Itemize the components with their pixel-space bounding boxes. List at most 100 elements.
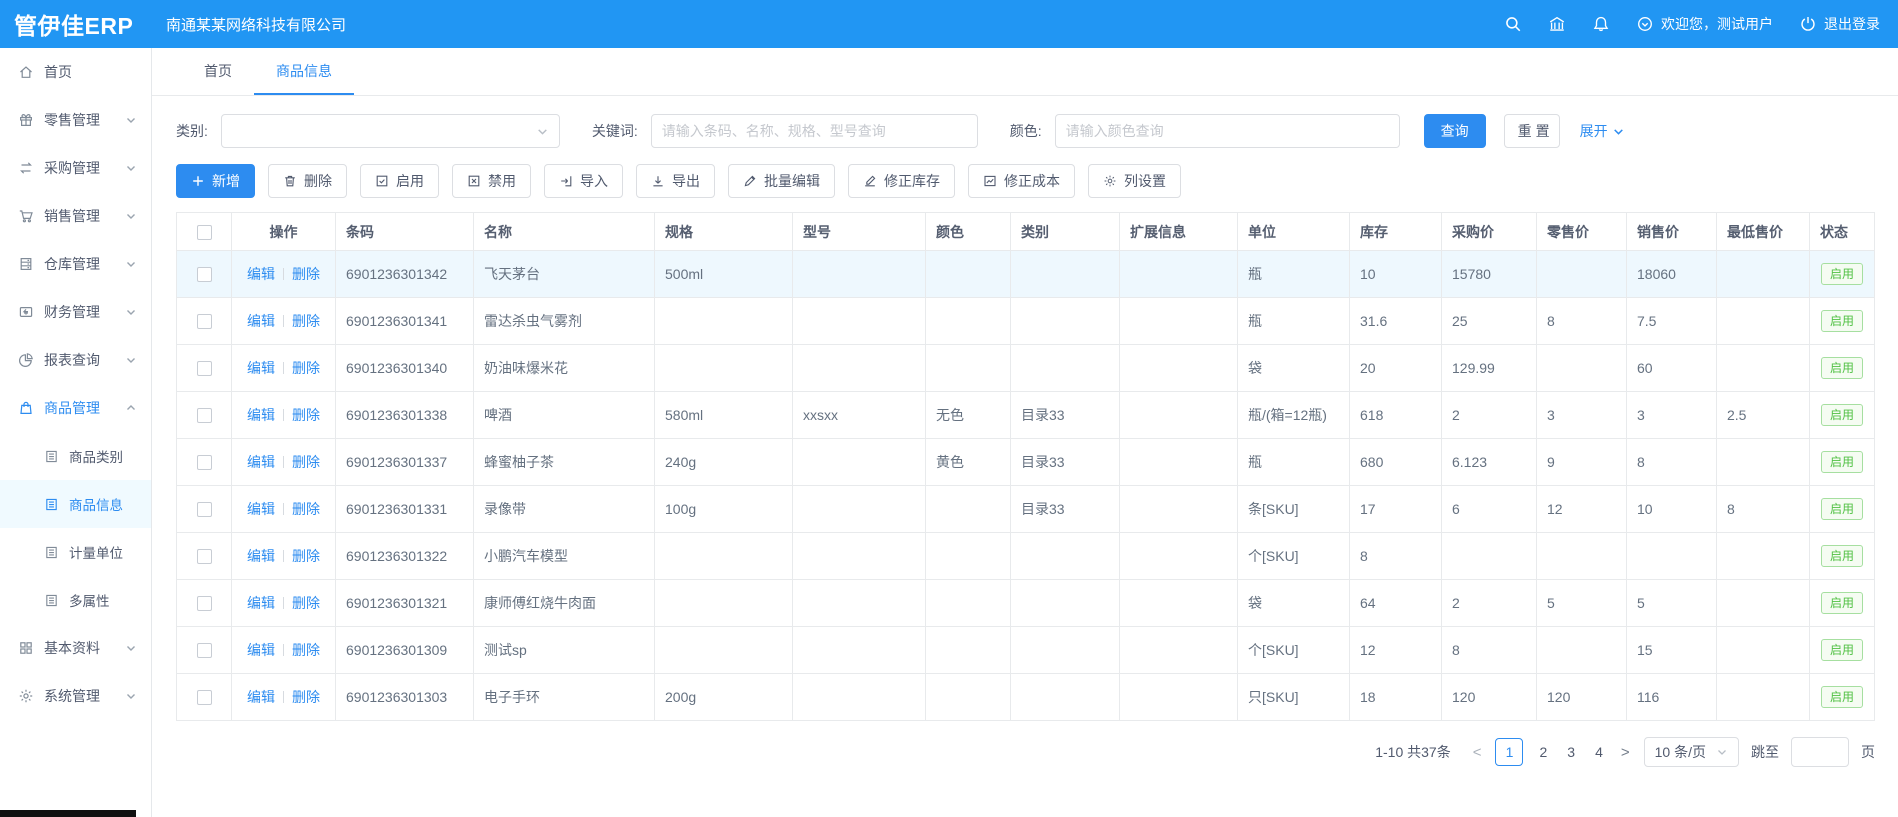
page-2-button[interactable]: 2 <box>1535 744 1551 760</box>
row-checkbox[interactable] <box>197 690 212 705</box>
edit-link[interactable]: 编辑 <box>247 313 275 329</box>
bell-icon[interactable] <box>1592 15 1610 33</box>
sidebar-item-sales[interactable]: 销售管理 <box>0 192 151 240</box>
sidebar-item-product-category[interactable]: 商品类别 <box>0 432 151 480</box>
edit-link[interactable]: 编辑 <box>247 501 275 517</box>
cell-barcode: 6901236301340 <box>336 345 474 392</box>
delete-link[interactable]: 删除 <box>292 313 320 329</box>
color-input[interactable] <box>1055 114 1400 148</box>
edit-link[interactable]: 编辑 <box>247 689 275 705</box>
delete-link[interactable]: 删除 <box>292 689 320 705</box>
delete-link[interactable]: 删除 <box>292 407 320 423</box>
export-icon <box>651 174 665 188</box>
sidebar-item-label: 商品类别 <box>69 446 123 466</box>
page-unit-label: 页 <box>1861 742 1875 762</box>
page-size-select[interactable]: 10 条/页 <box>1644 737 1739 767</box>
row-checkbox[interactable] <box>197 408 212 423</box>
prev-page-arrow[interactable]: < <box>1471 744 1484 761</box>
row-checkbox[interactable] <box>197 643 212 658</box>
table-toolbar: 新增 删除 启用 禁用 导入 <box>176 164 1875 198</box>
check-square-icon <box>375 174 389 188</box>
sidebar-item-system[interactable]: 系统管理 <box>0 672 151 720</box>
welcome-user[interactable]: 欢迎您，测试用户 <box>1636 14 1773 34</box>
cell-sale: 7.5 <box>1627 298 1717 345</box>
edit-link[interactable]: 编辑 <box>247 360 275 376</box>
enable-button[interactable]: 启用 <box>360 164 439 198</box>
column-settings-button[interactable]: 列设置 <box>1088 164 1181 198</box>
bank-icon[interactable] <box>1548 15 1566 33</box>
delete-link[interactable]: 删除 <box>292 454 320 470</box>
sidebar-item-home[interactable]: 首页 <box>0 48 151 96</box>
edit-link[interactable]: 编辑 <box>247 454 275 470</box>
table-row: 编辑删除 6901236301338 啤酒 580ml xxsxx 无色 目录3… <box>177 392 1875 439</box>
import-button[interactable]: 导入 <box>544 164 623 198</box>
status-badge: 启用 <box>1821 451 1863 473</box>
search-icon[interactable] <box>1504 15 1522 33</box>
select-all-checkbox[interactable] <box>197 225 212 240</box>
sidebar-item-purchase[interactable]: 采购管理 <box>0 144 151 192</box>
row-checkbox[interactable] <box>197 596 212 611</box>
next-page-arrow[interactable]: > <box>1619 744 1632 761</box>
export-button[interactable]: 导出 <box>636 164 715 198</box>
sidebar-item-warehouse[interactable]: 仓库管理 <box>0 240 151 288</box>
edit-link[interactable]: 编辑 <box>247 266 275 282</box>
welcome-text: 欢迎您，测试用户 <box>1661 14 1773 34</box>
page-1-button[interactable]: 1 <box>1495 738 1523 766</box>
sidebar-item-basic-data[interactable]: 基本资料 <box>0 624 151 672</box>
batch-edit-button[interactable]: 批量编辑 <box>728 164 835 198</box>
fix-cost-button[interactable]: 修正成本 <box>968 164 1075 198</box>
disable-button[interactable]: 禁用 <box>452 164 531 198</box>
sidebar-item-finance[interactable]: 财务管理 <box>0 288 151 336</box>
reset-button[interactable]: 重置 <box>1504 114 1560 148</box>
chevron-up-icon <box>125 402 137 414</box>
table-row: 编辑删除 6901236301331 录像带 100g 目录33 条[SKU] … <box>177 486 1875 533</box>
page-4-button[interactable]: 4 <box>1591 744 1607 760</box>
sidebar-item-product-info[interactable]: 商品信息 <box>0 480 151 528</box>
row-checkbox[interactable] <box>197 314 212 329</box>
page-3-button[interactable]: 3 <box>1563 744 1579 760</box>
sidebar-item-retail[interactable]: 零售管理 <box>0 96 151 144</box>
category-select[interactable] <box>221 114 560 148</box>
delete-link[interactable]: 删除 <box>292 360 320 376</box>
delete-link[interactable]: 删除 <box>292 595 320 611</box>
fix-stock-button[interactable]: 修正库存 <box>848 164 955 198</box>
delete-link[interactable]: 删除 <box>292 548 320 564</box>
sidebar-item-products[interactable]: 商品管理 <box>0 384 151 432</box>
keyword-input[interactable] <box>651 114 978 148</box>
delete-link[interactable]: 删除 <box>292 501 320 517</box>
cell-stock: 8 <box>1350 533 1442 580</box>
col-spec: 规格 <box>655 213 793 251</box>
sidebar-item-units[interactable]: 计量单位 <box>0 528 151 576</box>
sidebar-item-multi-attr[interactable]: 多属性 <box>0 576 151 624</box>
search-button[interactable]: 查询 <box>1424 114 1486 148</box>
status-badge: 启用 <box>1821 592 1863 614</box>
cell-color <box>926 627 1011 674</box>
cell-name: 小鹏汽车模型 <box>474 533 655 580</box>
sidebar-item-reports[interactable]: 报表查询 <box>0 336 151 384</box>
add-button[interactable]: 新增 <box>176 164 255 198</box>
edit-link[interactable]: 编辑 <box>247 407 275 423</box>
jump-page-input[interactable] <box>1791 737 1849 767</box>
row-checkbox[interactable] <box>197 267 212 282</box>
row-checkbox[interactable] <box>197 361 212 376</box>
edit-link[interactable]: 编辑 <box>247 548 275 564</box>
gear-icon <box>18 688 34 704</box>
row-checkbox[interactable] <box>197 502 212 517</box>
tab-home[interactable]: 首页 <box>182 48 254 95</box>
tab-product-info[interactable]: 商品信息 <box>254 48 354 95</box>
delete-link[interactable]: 删除 <box>292 642 320 658</box>
status-badge: 启用 <box>1821 545 1863 567</box>
logout-button[interactable]: 退出登录 <box>1799 14 1880 34</box>
edit-link[interactable]: 编辑 <box>247 595 275 611</box>
cell-barcode: 6901236301331 <box>336 486 474 533</box>
cell-name: 飞天茅台 <box>474 251 655 298</box>
cell-purchase: 6.123 <box>1442 439 1537 486</box>
delete-button[interactable]: 删除 <box>268 164 347 198</box>
money-icon <box>18 304 34 320</box>
expand-link[interactable]: 展开 <box>1580 121 1625 141</box>
edit-link[interactable]: 编辑 <box>247 642 275 658</box>
row-checkbox[interactable] <box>197 549 212 564</box>
cell-spec: 500ml <box>655 251 793 298</box>
delete-link[interactable]: 删除 <box>292 266 320 282</box>
row-checkbox[interactable] <box>197 455 212 470</box>
